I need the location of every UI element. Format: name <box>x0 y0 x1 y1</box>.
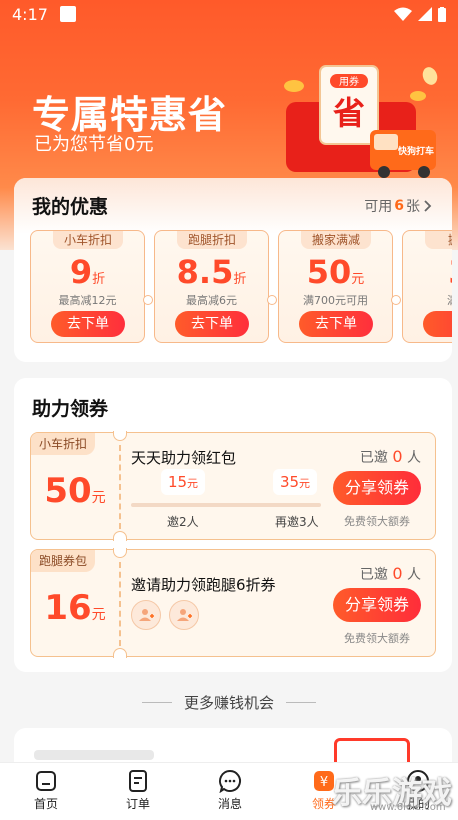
coupon-value: 8.5折 <box>176 253 247 291</box>
invited-count: 已邀 0 人 <box>359 447 421 466</box>
notification-icon <box>59 6 76 22</box>
ticket-amount: 50元 <box>44 471 106 511</box>
order-icon <box>129 770 147 792</box>
help-ticket: 跑腿券包 16元 邀请助力领跑腿6折券 已邀 0 人 分享领券 免费领大额券 <box>30 548 436 658</box>
coupon-tag: 小车折扣 <box>53 231 123 249</box>
milestone-label: 邀2人 <box>167 515 199 529</box>
coupon-tag: 搬家满减 <box>301 231 371 249</box>
share-hint: 免费领大额券 <box>344 632 410 645</box>
order-button[interactable]: 去下单 <box>175 311 249 337</box>
ticket-amount: 16元 <box>44 588 106 628</box>
battery-icon <box>438 6 446 22</box>
share-coupon-button[interactable]: 分享领券 <box>333 588 421 622</box>
coupon-limit: 满50 <box>403 292 452 308</box>
svg-text:省: 省 <box>333 94 365 132</box>
add-friend-icon[interactable] <box>169 600 199 630</box>
order-button[interactable]: 去下单 <box>299 311 373 337</box>
chevron-right-icon <box>424 200 432 212</box>
coupon-limit: 最高减6元 <box>186 294 237 307</box>
available-count: 6 <box>394 198 404 214</box>
order-button[interactable]: 去 <box>423 311 452 337</box>
tab-messages[interactable]: 消息 <box>200 769 260 812</box>
ticket-name: 邀请助力领跑腿6折券 <box>131 576 276 594</box>
order-button[interactable]: 去下单 <box>51 311 125 337</box>
ticket-tag: 小车折扣 <box>31 433 96 455</box>
coupon-tag: 搬家 <box>425 231 452 249</box>
coupon-limit: 最高减12元 <box>58 294 117 307</box>
tab-orders[interactable]: 订单 <box>108 769 168 812</box>
status-bar: 4:17 <box>0 0 458 28</box>
signal-icon <box>418 7 432 21</box>
svg-text:快狗打车: 快狗打车 <box>398 145 434 157</box>
milestone-label: 再邀3人 <box>275 515 319 529</box>
more-opportunities-divider: 更多赚钱机会 <box>0 690 458 714</box>
available-coupons-link[interactable]: 可用 6 张 <box>364 196 432 216</box>
help-coupons-title: 助力领券 <box>32 398 109 420</box>
hero-subtitle: 已为您节省0元 <box>34 134 154 155</box>
wifi-icon <box>394 7 412 21</box>
coupon-value: 9折 <box>69 253 106 291</box>
my-coupons-card: 我的优惠 可用 6 张 小车折扣 9折 最高减12元 去下单 跑腿折扣 8.5折… <box>14 178 452 362</box>
invited-count: 已邀 0 人 <box>359 564 421 583</box>
status-indicators <box>394 6 446 22</box>
more-opportunities-label: 更多赚钱机会 <box>183 693 274 712</box>
coupon-card[interactable]: 跑腿折扣 8.5折 最高减6元 去下单 <box>154 230 269 343</box>
coupon-tag: 跑腿折扣 <box>177 231 247 249</box>
coupon-card[interactable]: 搬家满减 50元 满700元可用 去下单 <box>278 230 393 343</box>
help-coupons-card: 助力领券 小车折扣 50元 天天助力领红包 已邀 0 人 15元 35元 邀2人… <box>14 378 452 672</box>
ticket-tag: 跑腿券包 <box>31 550 96 572</box>
home-icon <box>36 771 56 791</box>
svg-text:¥: ¥ <box>320 775 328 790</box>
share-hint: 免费领大额券 <box>344 515 410 528</box>
help-ticket: 小车折扣 50元 天天助力领红包 已邀 0 人 15元 35元 邀2人 再邀3人… <box>30 431 436 541</box>
coupon-limit: 满700元可用 <box>303 294 368 307</box>
ticket-name: 天天助力领红包 <box>131 449 237 467</box>
share-coupon-button[interactable]: 分享领券 <box>333 471 421 505</box>
add-friend-icon[interactable] <box>131 600 161 630</box>
invite-progress-bar <box>131 503 321 507</box>
watermark-url: www.6lele.com <box>370 802 446 813</box>
status-time: 4:17 <box>12 4 48 24</box>
coupon-value: 3 <box>403 253 452 291</box>
tab-home[interactable]: 首页 <box>16 769 76 812</box>
coupon-card[interactable]: 小车折扣 9折 最高减12元 去下单 <box>30 230 145 343</box>
svg-text:用券: 用券 <box>339 75 359 88</box>
milestone-reward: 15元 <box>161 469 205 495</box>
message-icon <box>219 769 241 793</box>
savings-illustration-icon: 用券 省 快狗打车 <box>284 65 438 178</box>
coupon-value: 50元 <box>306 253 365 291</box>
my-coupons-title: 我的优惠 <box>32 196 109 218</box>
coupon-card[interactable]: 搬家 3 满50 去 <box>402 230 452 343</box>
milestone-reward: 35元 <box>273 469 317 495</box>
